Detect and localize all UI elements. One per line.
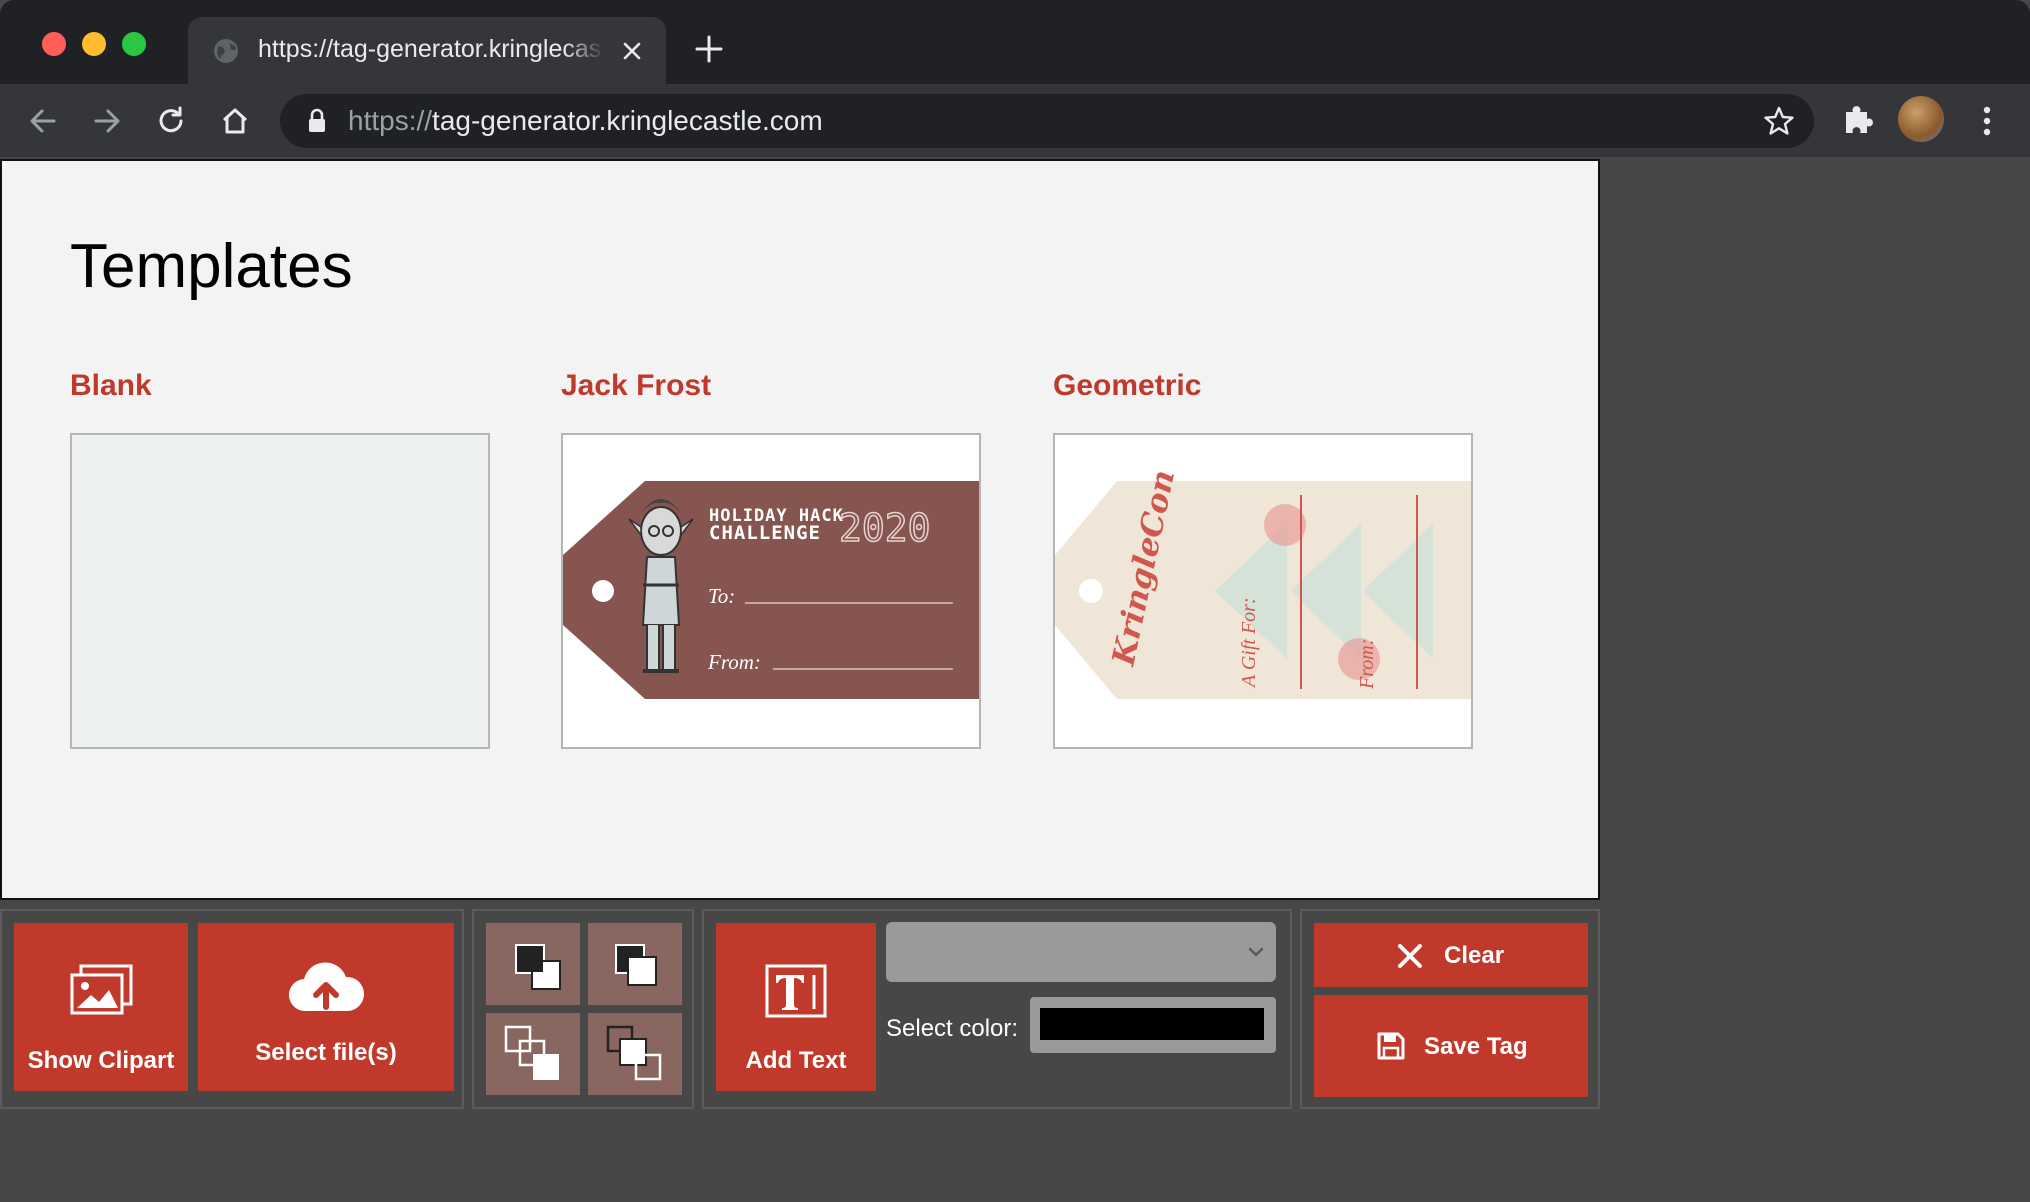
chevron-down-icon: [1248, 947, 1264, 957]
template-label-blank[interactable]: Blank: [70, 369, 152, 403]
clear-button[interactable]: Clear: [1314, 923, 1588, 987]
browser-window: https://tag-generator.kringlecastle.com: [0, 0, 2030, 1202]
globe-icon: [214, 39, 238, 63]
text-tool-icon: [765, 964, 827, 1018]
add-text-button[interactable]: Add Text: [716, 923, 876, 1091]
browser-toolbar: https://tag-generator.kringlecastle.com: [0, 84, 2030, 157]
template-blank[interactable]: [70, 433, 490, 749]
templates-panel: Templates Blank Jack Frost HOLIDAY HACK …: [0, 159, 1600, 900]
new-tab-icon[interactable]: [692, 32, 726, 66]
cloud-upload-icon: [289, 962, 364, 1012]
add-text-label: Add Text: [745, 1047, 847, 1074]
toolbar-group-layers: [472, 909, 694, 1109]
template-label-geometric[interactable]: Geometric: [1053, 369, 1201, 403]
geo-tag-from: From:: [1356, 639, 1378, 690]
close-window-button[interactable]: [42, 32, 66, 56]
send-backward-button[interactable]: [588, 923, 682, 1005]
lock-icon[interactable]: [306, 108, 328, 134]
jf-tag-year: 2020: [839, 506, 931, 550]
send-to-back-button[interactable]: [588, 1013, 682, 1095]
bring-to-front-button[interactable]: [486, 1013, 580, 1095]
browser-tab[interactable]: https://tag-generator.kringlecastle.com: [188, 17, 666, 84]
bring-to-front-icon: [504, 1025, 559, 1080]
show-clipart-label: Show Clipart: [27, 1047, 175, 1074]
tab-title: https://tag-generator.kringlecastle.com: [258, 35, 604, 67]
show-clipart-button[interactable]: Show Clipart: [14, 923, 188, 1091]
selected-color-swatch: [1040, 1008, 1264, 1040]
url-scheme: https://: [348, 105, 433, 136]
jf-tag-from: From:: [707, 650, 761, 674]
clipart-images-icon: [70, 964, 133, 1015]
floppy-disk-icon: [1377, 1032, 1405, 1060]
jf-tag-line2: CHALLENGE: [709, 522, 821, 544]
bring-forward-icon: [515, 944, 561, 990]
template-jack-frost[interactable]: HOLIDAY HACK CHALLENGE 2020 To: From:: [561, 433, 981, 749]
tab-strip: https://tag-generator.kringlecastle.com: [0, 0, 2030, 84]
save-tag-button[interactable]: Save Tag: [1314, 995, 1588, 1097]
clear-label: Clear: [1444, 942, 1505, 969]
minimize-window-button[interactable]: [82, 32, 106, 56]
color-picker[interactable]: [1030, 997, 1276, 1053]
send-backward-icon: [615, 944, 657, 986]
more-menu-icon[interactable]: [1972, 102, 2002, 140]
url-host: tag-generator.kringlecastle.com: [432, 105, 823, 136]
page-title: Templates: [70, 232, 353, 301]
forward-icon[interactable]: [88, 102, 126, 140]
toolbar-group-media: Show Clipart Select file(s): [0, 909, 464, 1109]
url-text[interactable]: https://tag-generator.kringlecastle.com: [348, 105, 823, 137]
reload-icon[interactable]: [152, 102, 190, 140]
select-files-label: Select file(s): [255, 1039, 397, 1066]
profile-avatar[interactable]: [1898, 96, 1944, 142]
home-icon[interactable]: [216, 102, 254, 140]
save-tag-label: Save Tag: [1424, 1033, 1528, 1060]
zoom-window-button[interactable]: [122, 32, 146, 56]
select-files-button[interactable]: Select file(s): [198, 923, 454, 1091]
address-bar[interactable]: https://tag-generator.kringlecastle.com: [280, 94, 1814, 148]
jack-frost-tag-image: HOLIDAY HACK CHALLENGE 2020 To: From:: [563, 481, 979, 699]
back-icon[interactable]: [24, 102, 62, 140]
template-label-jack-frost[interactable]: Jack Frost: [561, 369, 711, 403]
close-tab-icon[interactable]: [618, 37, 646, 65]
page-viewport: Templates Blank Jack Frost HOLIDAY HACK …: [0, 157, 2030, 1202]
geo-tag-gift-label: A Gift For:: [1238, 597, 1260, 689]
extensions-puzzle-icon[interactable]: [1840, 102, 1876, 138]
geometric-tag-image: KringleCon A Gift For: From:: [1055, 467, 1471, 699]
font-select-dropdown[interactable]: [886, 922, 1276, 982]
template-geometric[interactable]: KringleCon A Gift For: From:: [1053, 433, 1473, 749]
jf-tag-to: To:: [708, 584, 735, 608]
toolbar-group-actions: Clear Save Tag: [1300, 909, 1600, 1109]
send-to-back-icon: [606, 1025, 662, 1081]
bring-forward-button[interactable]: [486, 923, 580, 1005]
select-color-label: Select color:: [886, 1015, 1019, 1042]
close-x-icon: [1398, 944, 1422, 968]
bookmark-star-icon[interactable]: [1762, 104, 1796, 138]
